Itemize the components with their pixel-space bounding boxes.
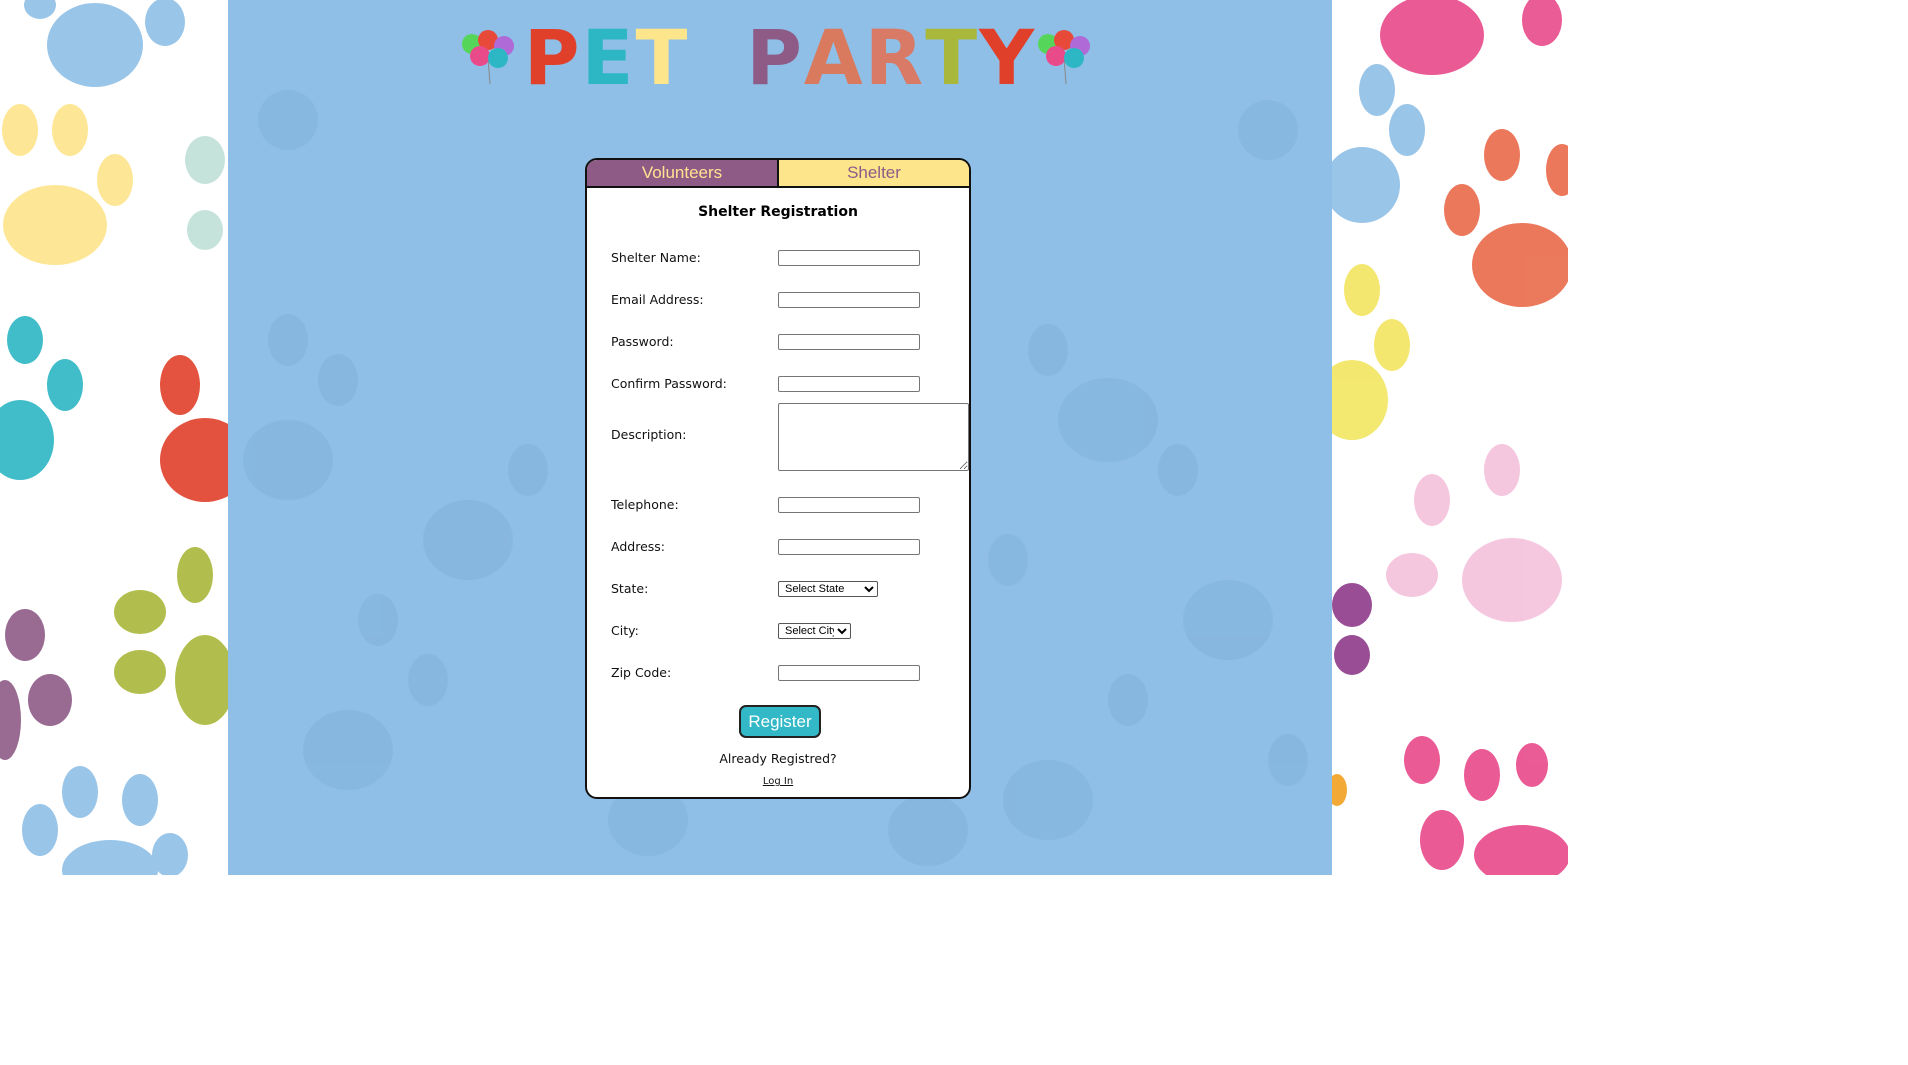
email-input[interactable]	[778, 292, 920, 308]
balloons-icon	[462, 30, 514, 85]
register-button[interactable]: Register	[739, 705, 821, 738]
form-title: Shelter Registration	[698, 204, 858, 220]
pet-party-logo: PET PARTY	[228, 18, 1332, 98]
city-select[interactable]: Select City	[778, 623, 851, 639]
tab-bar: Volunteers Shelter	[587, 160, 969, 188]
shelter-name-label: Shelter Name:	[611, 250, 701, 265]
logo-letter: T	[635, 13, 690, 102]
tab-shelter[interactable]: Shelter	[779, 160, 969, 188]
password-input[interactable]	[778, 334, 920, 350]
description-label: Description:	[611, 427, 687, 442]
description-textarea[interactable]	[778, 403, 969, 471]
email-label: Email Address:	[611, 292, 704, 307]
confirm-password-label: Confirm Password:	[611, 376, 727, 391]
logo-letter: P	[523, 13, 582, 102]
password-label: Password:	[611, 334, 674, 349]
logo-letter: E	[581, 13, 636, 102]
paw-pattern-right	[1332, 0, 1568, 875]
right-paw-decoration	[1332, 0, 1568, 875]
address-input[interactable]	[778, 539, 920, 555]
logo-letter: P	[746, 13, 804, 102]
telephone-label: Telephone:	[611, 497, 679, 512]
paw-pattern-left	[0, 0, 228, 875]
registration-card: Volunteers Shelter Shelter Registration …	[585, 158, 971, 799]
balloons-icon	[1038, 30, 1090, 85]
login-link[interactable]: Log In	[587, 776, 969, 787]
state-select[interactable]: Select State	[778, 581, 878, 597]
logo-letter: Y	[979, 13, 1037, 102]
logo-letter: A	[803, 13, 865, 102]
zip-label: Zip Code:	[611, 665, 672, 680]
telephone-input[interactable]	[778, 497, 920, 513]
logo-title: PET PARTY	[524, 20, 1036, 96]
logo-letter: T	[925, 13, 980, 102]
logo-letter	[718, 20, 746, 96]
logo-letter: R	[864, 13, 926, 102]
address-label: Address:	[611, 539, 665, 554]
already-registered-text: Already Registred?	[719, 751, 837, 766]
left-paw-decoration	[0, 0, 228, 875]
tab-volunteers[interactable]: Volunteers	[587, 160, 779, 188]
logo-letter	[689, 20, 717, 96]
city-label: City:	[611, 623, 639, 638]
state-label: State:	[611, 581, 649, 596]
shelter-name-input[interactable]	[778, 250, 920, 266]
zip-input[interactable]	[778, 665, 920, 681]
confirm-password-input[interactable]	[778, 376, 920, 392]
